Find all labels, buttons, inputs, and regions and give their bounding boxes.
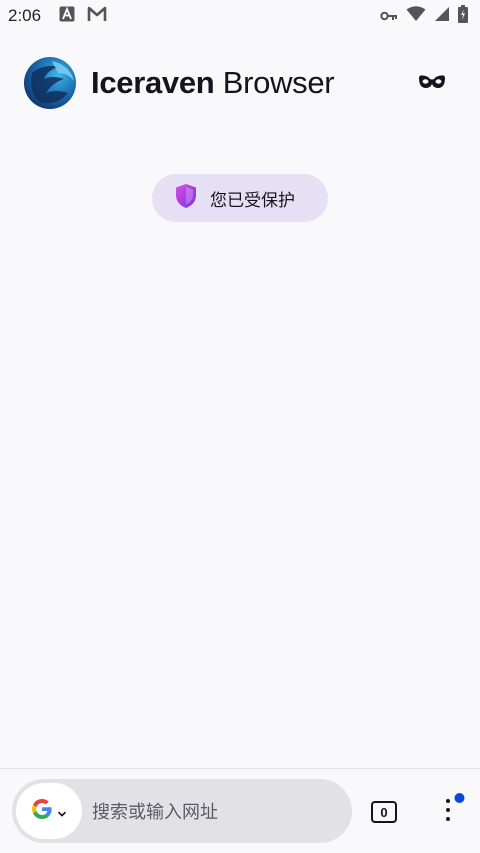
status-notifications xyxy=(59,6,107,26)
bottom-toolbar: 搜索或输入网址 0 xyxy=(0,768,480,853)
search-url-bar[interactable]: 搜索或输入网址 xyxy=(12,779,352,843)
iceraven-logo-icon xyxy=(22,55,78,111)
app-title-light: Browser xyxy=(214,65,335,100)
protection-status-button[interactable]: 您已受保护 xyxy=(152,174,328,222)
chevron-down-icon xyxy=(57,802,67,821)
protection-label: 您已受保护 xyxy=(210,190,295,211)
key-icon xyxy=(380,7,398,26)
more-vertical-icon xyxy=(434,793,470,834)
shield-icon xyxy=(174,183,198,213)
status-time: 2:06 xyxy=(8,6,42,25)
menu-notification-badge xyxy=(454,793,465,803)
screen: 2:06 Iceraven Browser 您已受保护 搜索或输入网址 0 xyxy=(0,0,480,853)
gmail-icon xyxy=(87,6,107,26)
signal-icon xyxy=(434,6,450,26)
home-header: Iceraven Browser xyxy=(22,55,458,111)
status-bar: 2:06 xyxy=(0,0,480,32)
search-engine-selector[interactable] xyxy=(16,783,82,839)
wifi-icon xyxy=(406,6,426,26)
app-title-bold: Iceraven xyxy=(91,65,215,100)
main-menu-button[interactable] xyxy=(434,790,470,830)
status-system-icons xyxy=(380,5,468,27)
private-browsing-button[interactable] xyxy=(414,65,450,101)
app-title: Iceraven Browser xyxy=(91,65,335,101)
battery-icon xyxy=(458,5,468,27)
private-mask-icon xyxy=(418,74,446,93)
a-notification-icon xyxy=(59,6,75,26)
search-input[interactable]: 搜索或输入网址 xyxy=(92,798,218,824)
tab-counter-button[interactable]: 0 xyxy=(371,801,397,823)
google-g-icon xyxy=(31,798,53,824)
